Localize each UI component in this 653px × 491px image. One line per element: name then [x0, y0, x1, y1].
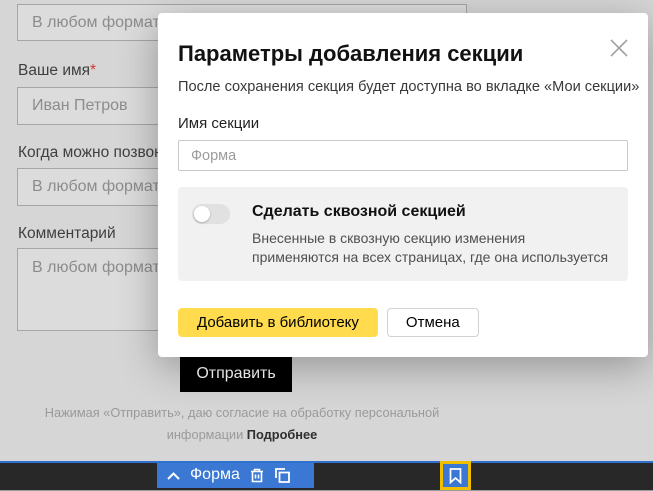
comment-label: Комментарий	[18, 225, 116, 243]
duplicate-icon[interactable]	[274, 467, 291, 484]
description-line1: Внесенные в сквозную секцию изменения	[252, 229, 608, 248]
global-section-toggle[interactable]	[192, 204, 230, 224]
legal-text: Нажимая «Отправить», даю согласие на обр…	[17, 402, 467, 446]
name-field-label-text: Ваше имя	[18, 62, 90, 79]
submit-button[interactable]: Отправить	[180, 356, 292, 392]
dialog-title: Параметры добавления секции	[178, 41, 628, 67]
section-toolbar-controls: Форма	[157, 463, 314, 488]
required-asterisk: *	[90, 62, 96, 79]
global-section-text: Сделать сквозной секцией Внесенные в скв…	[252, 203, 608, 267]
page: Ваше имя* Когда можно позвонить Коммента…	[0, 0, 653, 491]
dialog-buttons: Добавить в библиотеку Отмена	[178, 308, 628, 337]
section-toolbar: Форма	[0, 463, 653, 491]
legal-line2: информации	[167, 427, 244, 442]
name-field-label: Ваше имя*	[18, 62, 96, 80]
global-section-toggle-label: Сделать сквозной секцией	[252, 203, 608, 221]
section-name-label: Форма	[190, 467, 240, 483]
section-name-input[interactable]	[178, 140, 628, 171]
add-to-library-button[interactable]: Добавить в библиотеку	[178, 308, 378, 337]
bookmark-highlight-box[interactable]	[440, 461, 471, 490]
legal-line1: Нажимая «Отправить», даю согласие на обр…	[45, 405, 439, 420]
toggle-knob[interactable]	[194, 206, 210, 222]
bookmark-icon[interactable]	[449, 468, 462, 484]
section-name-field-label: Имя секции	[178, 115, 628, 132]
close-icon[interactable]	[607, 36, 631, 60]
dialog-subtitle: После сохранения секция будет доступна в…	[178, 79, 628, 95]
legal-more-link[interactable]: Подробнее	[247, 427, 317, 442]
trash-icon[interactable]	[249, 467, 265, 484]
chevron-up-icon[interactable]	[166, 471, 181, 481]
global-section-description: Внесенные в сквозную секцию изменения пр…	[252, 229, 608, 267]
cancel-button[interactable]: Отмена	[387, 308, 479, 337]
description-line2: применяются на всех страницах, где она и…	[252, 248, 608, 267]
add-section-dialog: Параметры добавления секции После сохран…	[158, 13, 648, 357]
global-section-panel: Сделать сквозной секцией Внесенные в скв…	[178, 187, 628, 281]
